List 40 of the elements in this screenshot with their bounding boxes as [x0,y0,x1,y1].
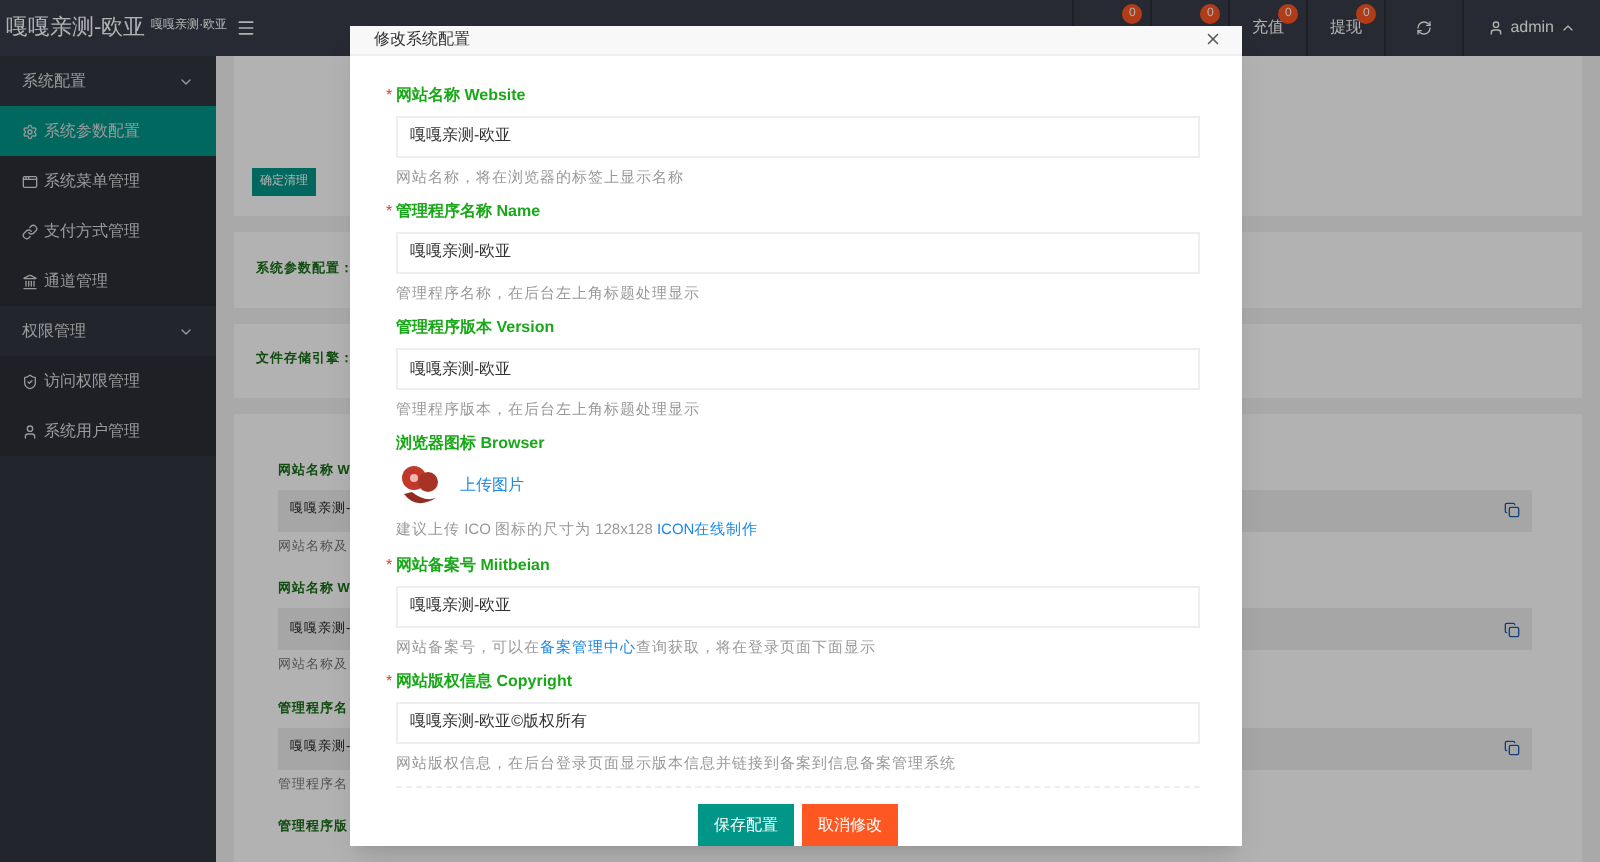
required-mark: * [386,553,395,577]
input-field[interactable]: 嘎嘎亲测-欧亚 [396,115,1200,157]
sidebar-group[interactable]: 系统配置 [0,56,216,106]
sidebar-item[interactable]: 通道管理 [0,256,216,306]
sidebar-item[interactable]: 系统用户管理 [0,406,216,456]
field-label: 浏览器图标 Browser [396,432,545,457]
dialog-button[interactable]: 取消修改 [802,804,898,846]
field-label: 网站名称 Website [396,83,526,107]
copy-icon[interactable] [1504,740,1520,757]
bank-icon [22,273,38,289]
chevron-up-icon [1560,20,1576,36]
user-icon [1488,20,1505,36]
copy-icon[interactable] [1504,502,1520,519]
window-icon [22,173,38,189]
sidebar-item[interactable]: 支付方式管理 [0,206,216,256]
input-field[interactable]: 嘎嘎亲测-欧亚 [396,585,1200,627]
brand-title: 嘎嘎亲测-欧亚 [6,13,146,44]
sidebar-item[interactable]: 系统菜单管理 [0,156,216,206]
user-icon [22,423,38,439]
input-field[interactable]: 嘎嘎亲测-欧亚©版权所有 [396,701,1200,744]
required-mark: * [386,199,395,224]
required-mark: * [386,83,395,107]
menu-icon[interactable] [236,18,256,38]
upload-image-link[interactable]: 上传图片 [460,474,524,499]
field-label: 管理程序版本 Version [396,316,555,340]
link-icon [22,223,38,239]
field-label: 网站备案号 Miitbeian [396,553,550,577]
gear-icon [22,123,38,139]
input-field[interactable]: 嘎嘎亲测-欧亚 [396,348,1200,390]
required-mark: * [386,669,395,694]
dialog-button[interactable]: 保存配置 [698,804,794,846]
field-label: 管理程序名称 Name [396,199,541,224]
sidebar-group[interactable]: 权限管理 [0,306,216,356]
input-field[interactable]: 嘎嘎亲测-欧亚 [396,231,1200,274]
copy-icon[interactable] [1504,621,1520,638]
sidebar-item[interactable]: 访问权限管理 [0,356,216,406]
close-icon[interactable] [1204,30,1222,49]
dialog-title: 修改系统配置 [374,27,470,52]
field-label: 网站版权信息 Copyright [396,669,572,694]
shield-check-icon [22,373,38,389]
